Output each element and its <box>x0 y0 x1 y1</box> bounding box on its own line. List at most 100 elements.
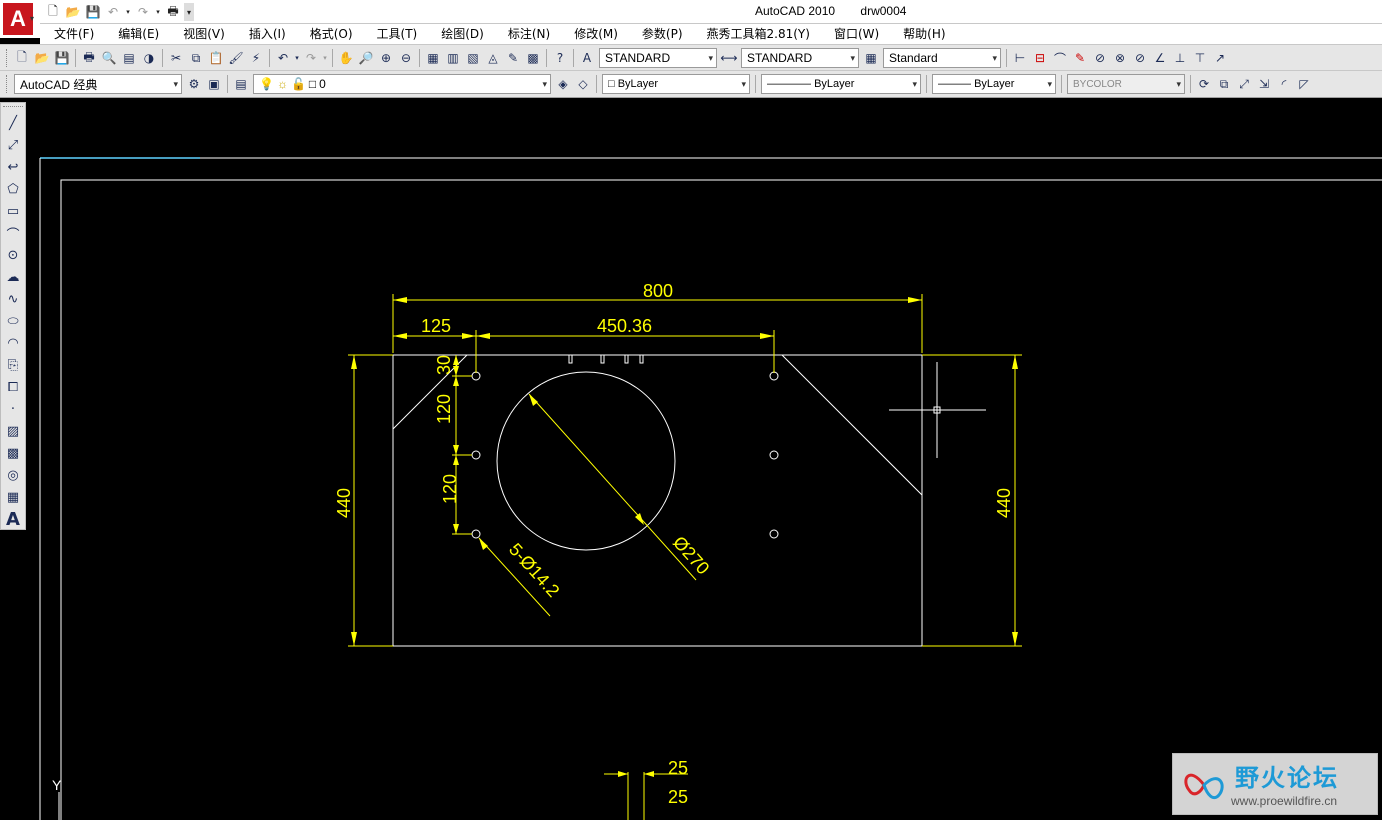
toolbar-grip[interactable] <box>6 49 9 67</box>
dim-continue-icon[interactable]: ⊤ <box>1190 48 1210 68</box>
make-block-icon[interactable]: ⧠ <box>1 376 25 398</box>
make-layer-current-icon[interactable]: ◈ <box>553 74 573 94</box>
dim-linear-icon[interactable]: ⊢ <box>1010 48 1030 68</box>
open-icon[interactable]: 📂 <box>32 48 52 68</box>
qnew-icon[interactable]: 🗋 <box>12 48 32 68</box>
cut-icon[interactable]: ✂ <box>166 48 186 68</box>
pan-icon[interactable]: ✋ <box>336 48 356 68</box>
menu-file[interactable]: 文件(F) <box>40 24 106 44</box>
menu-draw[interactable]: 绘图(D) <box>429 24 496 44</box>
properties-icon[interactable]: ▦ <box>423 48 443 68</box>
layer-select[interactable]: 💡 ☼ 🔓 □ 0 ▾ <box>253 74 551 94</box>
spline-icon[interactable]: ∿ <box>1 288 25 310</box>
qleader-icon[interactable]: ↗ <box>1210 48 1230 68</box>
copy-icon[interactable]: ⧉ <box>186 48 206 68</box>
linetype-select[interactable]: ———— ByLayer ▾ <box>761 74 921 94</box>
undo-dropdown-icon[interactable]: ▾ <box>293 48 301 68</box>
ellipse-arc-icon[interactable]: ◠ <box>1 332 25 354</box>
zoom-window-icon[interactable]: ⊕ <box>376 48 396 68</box>
workspace-settings-icon[interactable]: ⚙ <box>184 74 204 94</box>
region-icon[interactable]: ◎ <box>1 464 25 486</box>
open-file-icon[interactable]: 📂 <box>64 3 82 21</box>
undo-icon[interactable]: ↶ <box>273 48 293 68</box>
revision-cloud-icon[interactable]: ☁ <box>1 266 25 288</box>
design-center-icon[interactable]: ▥ <box>443 48 463 68</box>
menu-help[interactable]: 帮助(H) <box>891 24 957 44</box>
zoom-realtime-icon[interactable]: 🔎 <box>356 48 376 68</box>
menu-yanxiu-toolbox[interactable]: 燕秀工具箱2.81(Y) <box>695 24 822 44</box>
quickcalc-icon[interactable]: ▩ <box>523 48 543 68</box>
table-style-icon[interactable]: ▦ <box>861 48 881 68</box>
layer-properties-icon[interactable]: ▤ <box>231 74 251 94</box>
menu-format[interactable]: 格式(O) <box>298 24 365 44</box>
toolbar-grip[interactable] <box>6 75 9 93</box>
menu-edit[interactable]: 编辑(E) <box>106 24 171 44</box>
toolbar-grip[interactable] <box>3 106 23 109</box>
model-space[interactable]: 800 125 450.36 440 440 30 120 120 5-Ø14.… <box>32 98 1382 820</box>
application-menu-button[interactable]: A ▾ <box>0 0 40 38</box>
workspace-save-icon[interactable]: ▣ <box>204 74 224 94</box>
dim-jogged-icon[interactable]: ⊗ <box>1110 48 1130 68</box>
menu-view[interactable]: 视图(V) <box>171 24 237 44</box>
dim-aligned-icon[interactable]: ⊟ <box>1030 48 1050 68</box>
plot-preview-icon[interactable]: 🔍 <box>99 48 119 68</box>
table-icon[interactable]: ▦ <box>1 486 25 508</box>
menu-modify[interactable]: 修改(M) <box>562 24 630 44</box>
help-icon[interactable]: ? <box>550 48 570 68</box>
publish-icon[interactable]: ▤ <box>119 48 139 68</box>
text-style-icon[interactable]: A <box>577 48 597 68</box>
dim-arc-icon[interactable]: ⌒ <box>1050 48 1070 68</box>
dim-radius-icon[interactable]: ⊘ <box>1090 48 1110 68</box>
gradient-icon[interactable]: ▩ <box>1 442 25 464</box>
dim-baseline-icon[interactable]: ⊥ <box>1170 48 1190 68</box>
undo-icon[interactable]: ↶ <box>104 3 122 21</box>
fillet-icon[interactable]: ◜ <box>1274 74 1294 94</box>
match-properties-icon[interactable]: 🖌 <box>226 48 246 68</box>
undo-dropdown-icon[interactable]: ▾ <box>124 3 132 21</box>
tool-palettes-icon[interactable]: ▧ <box>463 48 483 68</box>
stretch-icon[interactable]: ⤢ <box>1234 74 1254 94</box>
paste-icon[interactable]: 📋 <box>206 48 226 68</box>
workspace-select[interactable]: AutoCAD 经典 ▾ <box>14 74 182 94</box>
redo-icon[interactable]: ↷ <box>134 3 152 21</box>
scale-icon[interactable]: ⇲ <box>1254 74 1274 94</box>
markup-icon[interactable]: ✎ <box>503 48 523 68</box>
table-style-select[interactable]: Standard ▾ <box>883 48 1001 68</box>
copy-object-icon[interactable]: ⧉ <box>1214 74 1234 94</box>
menu-tools[interactable]: 工具(T) <box>365 24 430 44</box>
save-icon[interactable]: 💾 <box>52 48 72 68</box>
drawing-canvas[interactable]: 800 125 450.36 440 440 30 120 120 5-Ø14.… <box>32 98 1382 820</box>
redo-dropdown-icon[interactable]: ▾ <box>321 48 329 68</box>
redo-icon[interactable]: ↷ <box>301 48 321 68</box>
save-icon[interactable]: 💾 <box>84 3 102 21</box>
plot-icon[interactable]: 🖶 <box>164 3 182 21</box>
dim-style-icon[interactable]: ⟷ <box>719 48 739 68</box>
plotstyle-select[interactable]: BYCOLOR ▾ <box>1067 74 1185 94</box>
color-select[interactable]: □ ByLayer ▾ <box>602 74 750 94</box>
hatch-icon[interactable]: ▨ <box>1 420 25 442</box>
3d-dwf-icon[interactable]: ◑ <box>139 48 159 68</box>
dim-angular-icon[interactable]: ∠ <box>1150 48 1170 68</box>
chamfer-icon[interactable]: ◸ <box>1294 74 1314 94</box>
redo-dropdown-icon[interactable]: ▾ <box>154 3 162 21</box>
polyline-icon[interactable]: ↩ <box>1 156 25 178</box>
rotate-icon[interactable]: ⟳ <box>1194 74 1214 94</box>
sheet-set-icon[interactable]: ◬ <box>483 48 503 68</box>
polygon-icon[interactable]: ⬠ <box>1 178 25 200</box>
dim-ordinate-icon[interactable]: ✎ <box>1070 48 1090 68</box>
menu-insert[interactable]: 插入(I) <box>237 24 298 44</box>
zoom-previous-icon[interactable]: ⊖ <box>396 48 416 68</box>
circle-icon[interactable]: ⊙ <box>1 244 25 266</box>
qat-customize-icon[interactable]: ▾ <box>184 3 194 21</box>
new-file-icon[interactable]: 🗋 <box>44 3 62 21</box>
ellipse-icon[interactable]: ⬭ <box>1 310 25 332</box>
construction-line-icon[interactable]: ⤢ <box>1 134 25 156</box>
dim-diameter-icon[interactable]: ⊘ <box>1130 48 1150 68</box>
point-icon[interactable]: · <box>1 398 25 420</box>
arc-icon[interactable]: ⌒ <box>1 222 25 244</box>
line-icon[interactable]: ╱ <box>1 112 25 134</box>
multiline-text-icon[interactable]: A <box>1 508 25 530</box>
lineweight-select[interactable]: ——— ByLayer ▾ <box>932 74 1056 94</box>
plot-icon[interactable]: 🖶 <box>79 48 99 68</box>
dim-style-select[interactable]: STANDARD ▾ <box>741 48 859 68</box>
